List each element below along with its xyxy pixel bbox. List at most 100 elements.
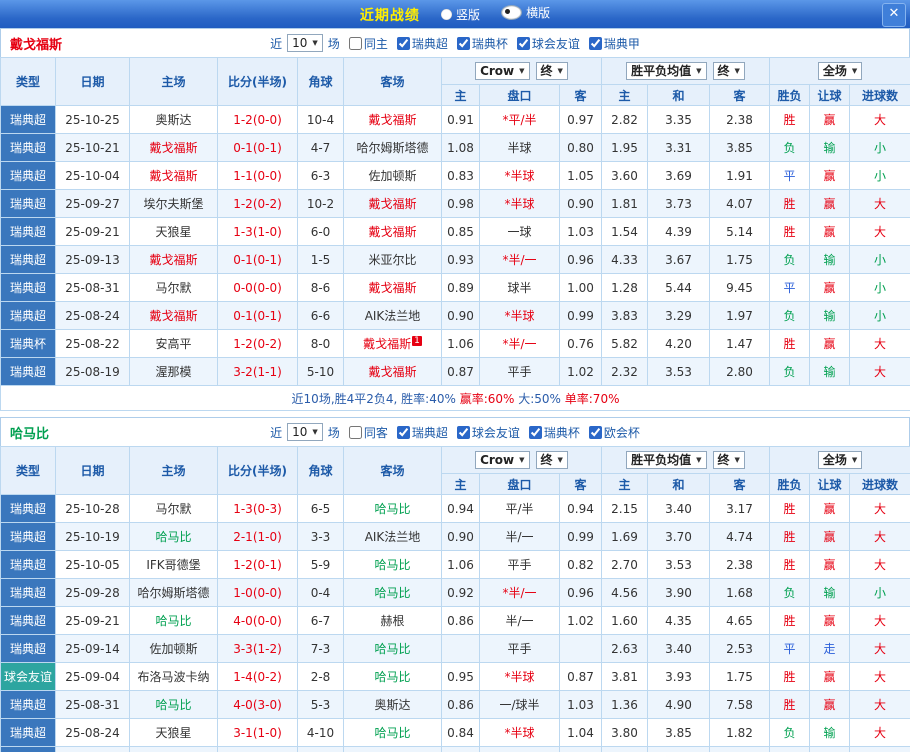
filter-checkbox[interactable] — [396, 425, 410, 439]
cell-league: 瑞典超 — [0, 522, 56, 551]
filter-checkbox[interactable] — [456, 36, 470, 50]
europe-odds-source-select[interactable]: 胜平负均值 ▼ — [626, 62, 707, 80]
filter-checkbox[interactable] — [588, 36, 602, 50]
filter-near-label: 近 — [270, 36, 283, 51]
filter-checkbox-label[interactable]: 欧会杯 — [588, 424, 640, 441]
filter-checkbox-label[interactable]: 瑞典超 — [396, 35, 448, 52]
cell-euro-draw-odds: 15.32 — [647, 746, 711, 752]
cell-euro-away-odds: 2.38 — [709, 550, 771, 579]
filter-checkbox[interactable] — [348, 36, 362, 50]
filter-checkbox[interactable] — [516, 36, 530, 50]
cell-handicap: 半球 — [479, 133, 560, 162]
cell-score: 1-1(0-0) — [217, 161, 298, 190]
asia-odds-source-select[interactable]: Crow ▼ — [475, 451, 530, 469]
cell-away-team: AIK法兰地 — [343, 522, 442, 551]
cell-asia-away-odds: 0.99 — [558, 301, 603, 330]
filter-checkbox[interactable] — [588, 425, 602, 439]
result-scope-select[interactable]: 全场 ▼ — [817, 62, 863, 80]
cell-result-wdl: 胜 — [769, 522, 811, 551]
matches-count-select[interactable]: 10 ▼ — [287, 34, 323, 52]
cell-result-wdl: 胜 — [769, 329, 811, 358]
column-header: 比分(半场) — [217, 446, 298, 495]
filter-checkbox-label[interactable]: 球会友谊 — [456, 424, 520, 441]
europe-odds-source-select[interactable]: 胜平负均值 ▼ — [626, 451, 707, 469]
home-team-name: 马尔默 — [155, 502, 192, 516]
europe-odds-time-select[interactable]: 终 ▼ — [712, 62, 745, 80]
column-header: 日期 — [55, 57, 130, 106]
cell-result-wdl: 胜 — [769, 105, 811, 134]
filter-checkbox[interactable] — [396, 36, 410, 50]
section-team-1: 戴戈福斯 近 10 ▼ 场同主 瑞典超 瑞典杯 球会友谊 瑞典甲 类型 日期 主场 比分(半场) 角球… — [0, 28, 910, 411]
matches-count-select[interactable]: 10 ▼ — [287, 423, 323, 441]
cell-score: 1-2(0-2) — [217, 189, 298, 218]
cell-date: 25-09-21 — [55, 606, 130, 635]
cell-result-handicap: 赢 — [809, 273, 851, 302]
cell-euro-draw-odds: 5.44 — [647, 273, 711, 302]
result-scope-select[interactable]: 全场 ▼ — [817, 451, 863, 469]
cell-away-team: 赫根 — [343, 606, 442, 635]
matches-table: 类型 日期 主场 比分(半场) 角球 客场 Crow ▼ 终 ▼ 胜平负均值 ▼ 终 ▼ 全场 ▼ 主盘口客主和… — [0, 57, 910, 411]
cell-away-team: 米亚尔比 — [343, 245, 442, 274]
cell-corners: 4-7 — [297, 133, 344, 162]
home-team-name: IFK哥德堡 — [146, 558, 201, 572]
filter-checkbox-label[interactable]: 瑞典超 — [396, 424, 448, 441]
odds-source-header: Crow ▼ 终 ▼ — [440, 446, 603, 474]
cell-euro-away-odds: 4.07 — [709, 189, 771, 218]
asia-odds-source-select[interactable]: Crow ▼ — [475, 62, 530, 80]
cell-euro-away-odds: 2.80 — [709, 357, 771, 386]
titlebar: 近期战绩 竖版 横版 ✕ — [0, 0, 910, 28]
cell-date: 25-08-19 — [55, 357, 130, 386]
cell-asia-home-odds: 0.87 — [441, 357, 480, 386]
cell-result-handicap: 赢 — [809, 329, 851, 358]
cell-asia-away-odds: 0.75 — [558, 746, 603, 752]
filter-checkbox-label[interactable]: 瑞典杯 — [456, 35, 508, 52]
filter-checkbox[interactable] — [528, 425, 542, 439]
layout-radio-vertical[interactable]: 竖版 — [440, 6, 480, 23]
cell-result-goals: 大 — [849, 690, 910, 719]
asia-odds-time-select[interactable]: 终 ▼ — [535, 451, 568, 469]
cell-date: 25-09-14 — [55, 634, 130, 663]
close-button[interactable]: ✕ — [882, 3, 906, 27]
column-subheader: 盘口 — [479, 84, 560, 106]
cell-handicap: *半球 — [479, 718, 560, 747]
cell-handicap: *半球 — [479, 662, 560, 691]
cell-euro-away-odds: 7.58 — [709, 690, 771, 719]
cell-handicap: 平/半 — [479, 494, 560, 523]
column-header: 日期 — [55, 446, 130, 495]
column-subheader: 客 — [709, 84, 771, 106]
cell-league: 瑞典超 — [0, 550, 56, 579]
match-row: 瑞典超 25-09-28 哈尔姆斯塔德 1-0(0-0) 0-4 哈马比 0.92 *半/一 0… — [0, 578, 910, 607]
cell-asia-home-odds: 0.89 — [441, 273, 480, 302]
filter-checkbox-label[interactable]: 同客 — [348, 424, 388, 441]
cell-euro-home-odds: 2.82 — [601, 105, 649, 134]
cell-euro-home-odds: 3.80 — [601, 718, 649, 747]
away-team-name: 哈马比 — [374, 670, 411, 684]
cell-league: 瑞典超 — [0, 105, 56, 134]
cell-date: 25-09-13 — [55, 245, 130, 274]
cell-away-team: 哈马比 — [343, 746, 442, 752]
radio-icon — [501, 4, 523, 20]
cell-league: 瑞典超 — [0, 494, 56, 523]
column-subheader: 主 — [441, 473, 480, 495]
cell-result-goals: 小 — [849, 578, 910, 607]
asia-odds-time-select[interactable]: 终 ▼ — [535, 62, 568, 80]
filter-checkbox-label[interactable]: 同主 — [348, 35, 388, 52]
filter-checkbox-label[interactable]: 球会友谊 — [516, 35, 580, 52]
cell-home-team: 科什奈斯 — [129, 746, 218, 752]
cell-away-team: 戴戈福斯 — [343, 273, 442, 302]
cell-asia-away-odds: 1.03 — [558, 690, 603, 719]
cell-euro-away-odds: 3.17 — [709, 494, 771, 523]
cell-result-wdl: 胜 — [769, 606, 811, 635]
filter-checkbox-label[interactable]: 瑞典甲 — [588, 35, 640, 52]
cell-corners: 5-3 — [297, 690, 344, 719]
cell-euro-away-odds: 9.45 — [709, 273, 771, 302]
dropdown-arrow-icon: ▼ — [696, 456, 702, 464]
filter-checkbox[interactable] — [348, 425, 362, 439]
europe-odds-time-select[interactable]: 终 ▼ — [712, 451, 745, 469]
cell-score: 3-2(1-1) — [217, 357, 298, 386]
filter-checkbox[interactable] — [456, 425, 470, 439]
filter-checkbox-text: 同主 — [363, 36, 388, 51]
layout-radio-horizontal[interactable]: 横版 — [501, 4, 550, 21]
cell-euro-draw-odds: 3.53 — [647, 357, 711, 386]
filter-checkbox-label[interactable]: 瑞典杯 — [528, 424, 580, 441]
